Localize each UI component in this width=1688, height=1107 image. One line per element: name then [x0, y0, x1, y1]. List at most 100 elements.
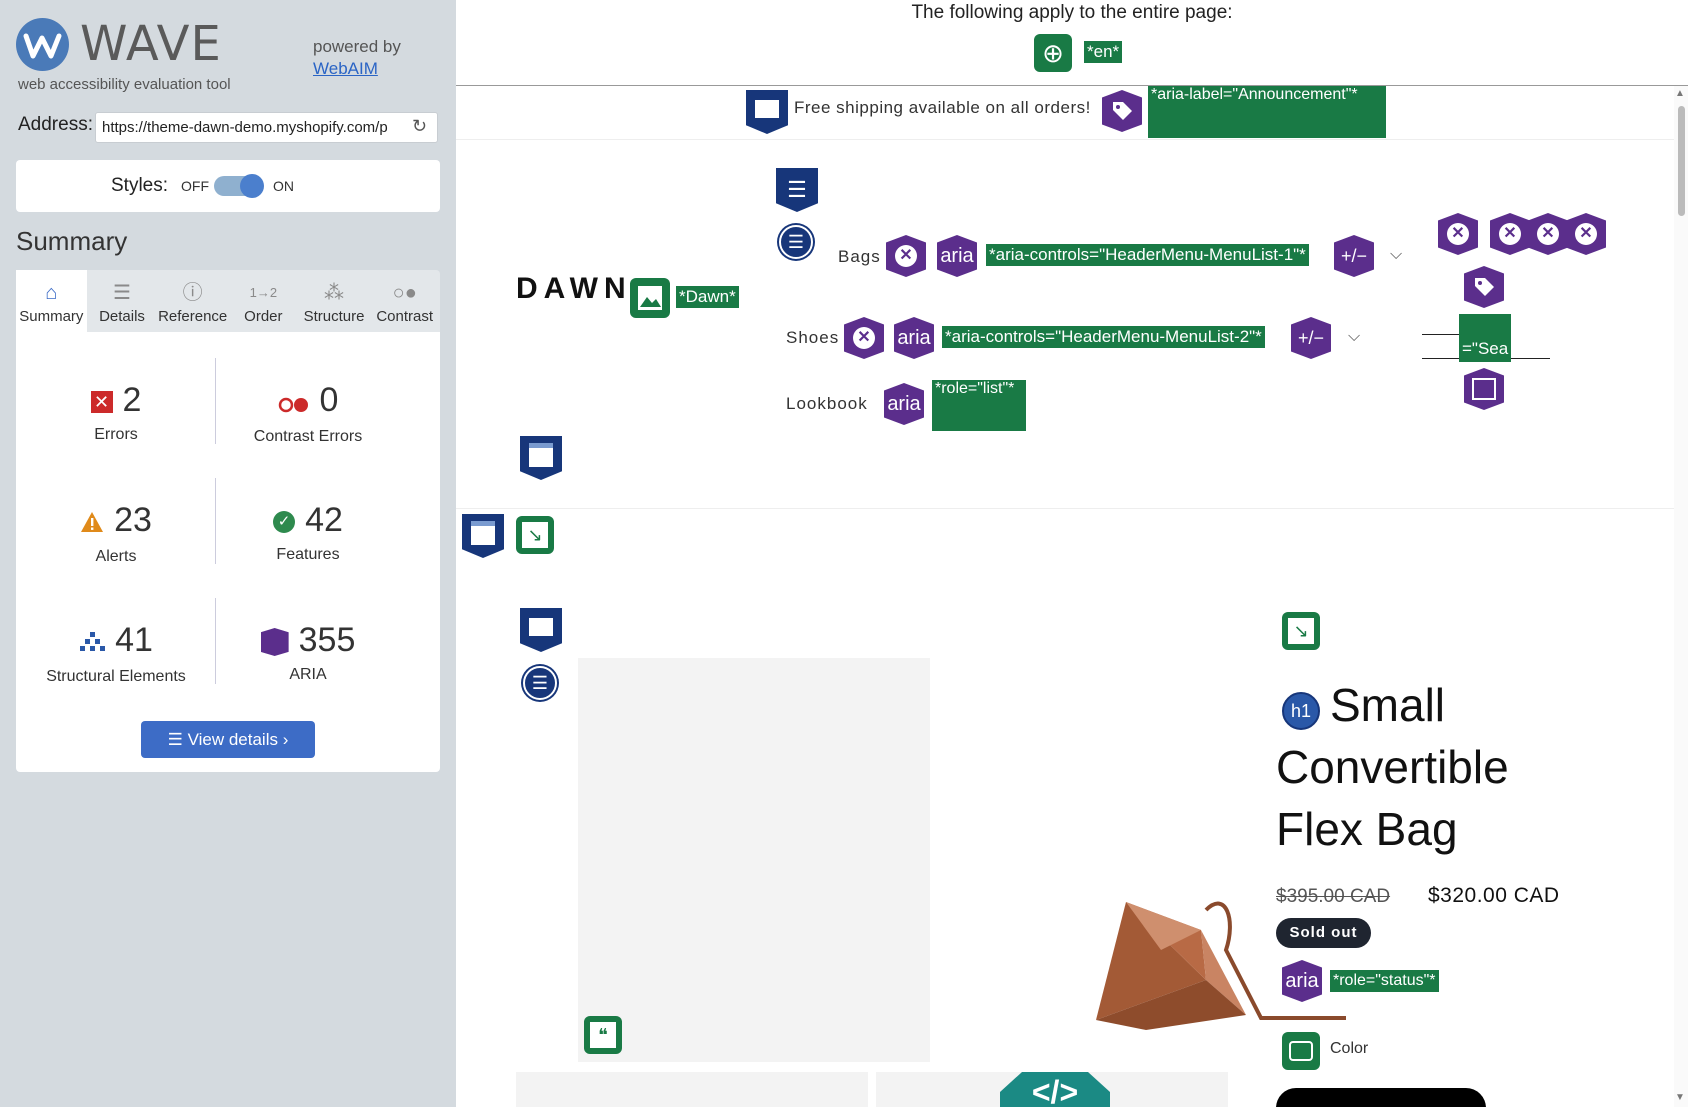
aria-icon[interactable]: aria: [894, 317, 934, 359]
feature-icon: ✓: [273, 511, 296, 534]
webaim-link[interactable]: WebAIM: [313, 59, 378, 78]
logo-alt-chip: *Dawn*: [676, 286, 739, 308]
contrast-icon: ○●: [392, 282, 417, 304]
aria-hidden-icon[interactable]: ✕: [1528, 213, 1568, 255]
errors-count: 2: [122, 381, 142, 419]
tag-icon[interactable]: [1464, 266, 1504, 308]
bags-aria-chip: *aria-controls="HeaderMenu-MenuList-1"*: [986, 244, 1309, 266]
styles-toggle-panel: Styles: OFF ON: [16, 160, 440, 212]
aria-expanded-toggle-icon[interactable]: +/−: [1291, 317, 1331, 359]
product-title-line-1: Small: [1330, 679, 1446, 731]
stat-features[interactable]: ✓ 42 Features: [208, 500, 408, 564]
stat-errors[interactable]: ✕ 2 Errors: [16, 380, 216, 444]
stat-contrast[interactable]: 0 Contrast Errors: [208, 380, 408, 446]
aria-icon[interactable]: aria: [937, 235, 977, 277]
fieldset-icon[interactable]: [1282, 1032, 1320, 1070]
address-input[interactable]: https://theme-dawn-demo.myshopify.com/p: [95, 112, 438, 143]
color-option-button[interactable]: [1276, 1088, 1486, 1107]
aria-expanded-toggle-icon[interactable]: +/−: [1334, 235, 1374, 277]
shoes-aria-chip: *aria-controls="HeaderMenu-MenuList-2"*: [942, 326, 1265, 348]
aria-icon[interactable]: aria: [1282, 960, 1322, 1002]
contrast-errors-count: 0: [319, 381, 339, 419]
features-count: 42: [305, 501, 343, 539]
chevron-down-icon[interactable]: ⌵: [1348, 328, 1360, 346]
nav-bags[interactable]: Bags: [838, 247, 881, 267]
page-level-bar: The following apply to the entire page: …: [456, 0, 1688, 86]
home-icon: ⌂: [45, 282, 58, 304]
aria-hidden-icon[interactable]: ✕: [1438, 213, 1478, 255]
aria-count: 355: [298, 621, 356, 659]
scroll-thumb[interactable]: [1678, 106, 1685, 216]
aria-icon[interactable]: aria: [884, 383, 924, 425]
tab-reference-label: Reference: [158, 308, 228, 325]
aria-icon: [260, 628, 289, 657]
lang-chip: *en*: [1084, 41, 1123, 63]
toggle-knob: [240, 174, 264, 198]
divider: [456, 139, 1674, 140]
aria-hidden-icon[interactable]: ✕: [1566, 213, 1606, 255]
tab-summary[interactable]: ⌂ Summary: [16, 270, 87, 332]
tab-contrast[interactable]: ○● Contrast: [369, 270, 440, 332]
stat-aria[interactable]: 355 ARIA: [208, 620, 408, 684]
bag-image-icon: [1086, 890, 1356, 1040]
tag-icon[interactable]: [1102, 90, 1142, 132]
product-image[interactable]: [578, 658, 930, 1062]
linked-image-icon[interactable]: [630, 278, 670, 318]
region-icon[interactable]: [746, 90, 788, 134]
region-icon[interactable]: [462, 514, 504, 558]
list-icon: ☰: [113, 282, 131, 304]
panel-tabs: ⌂ Summary ☰ Details ⓘ Reference 1→2 Orde…: [16, 270, 440, 332]
aria-hidden-icon[interactable]: ✕: [1490, 213, 1530, 255]
code-icon[interactable]: </>: [1000, 1072, 1110, 1107]
structure-icon: ⁂: [324, 282, 345, 304]
price-old: $395.00 CAD: [1276, 886, 1391, 907]
view-details-button[interactable]: ☰ View details ›: [141, 721, 315, 758]
wave-sidebar: WAVE web accessibility evaluation tool p…: [0, 0, 456, 1107]
alert-icon: [80, 502, 104, 542]
wave-logo-icon: [16, 18, 69, 71]
nav-shoes[interactable]: Shoes: [786, 328, 839, 348]
nav-lookbook[interactable]: Lookbook: [786, 394, 868, 414]
nav-list-icon[interactable]: ☰: [779, 225, 813, 259]
address-label: Address:: [18, 114, 93, 135]
tab-reference[interactable]: ⓘ Reference: [157, 270, 228, 332]
language-icon[interactable]: ⊕: [1034, 34, 1072, 72]
tab-structure[interactable]: ⁂ Structure: [299, 270, 370, 332]
h1-icon[interactable]: h1: [1282, 692, 1320, 730]
store-logo[interactable]: DAWN: [516, 272, 632, 306]
skip-link-icon[interactable]: ↘: [516, 516, 554, 554]
errors-label: Errors: [94, 426, 138, 443]
tab-details-label: Details: [99, 308, 145, 325]
region-icon[interactable]: [520, 436, 562, 480]
page-scrollbar[interactable]: ▲ ▼: [1674, 86, 1688, 1107]
product-title-line-2: Convertible: [1276, 741, 1509, 793]
region-icon[interactable]: [520, 608, 562, 652]
reload-icon[interactable]: ↻: [412, 116, 427, 137]
search-dialog-icon[interactable]: [1464, 368, 1504, 410]
list-icon[interactable]: ☰: [523, 666, 557, 700]
stat-alerts[interactable]: 23 Alerts: [16, 500, 216, 566]
styles-toggle[interactable]: [214, 174, 264, 198]
list-icon: ☰: [167, 730, 188, 749]
skip-link-icon[interactable]: ↘: [1282, 612, 1320, 650]
announcement-chip: *aria-label="Announcement"*: [1148, 86, 1386, 138]
search-chip: ="Sea: [1459, 314, 1511, 362]
tab-details[interactable]: ☰ Details: [87, 270, 158, 332]
aria-expanded-icon[interactable]: ✕: [886, 235, 926, 277]
image-icon[interactable]: ❝: [584, 1016, 622, 1054]
aria-expanded-icon[interactable]: ✕: [844, 317, 884, 359]
powered-by: powered by WebAIM: [313, 36, 401, 80]
tab-contrast-label: Contrast: [376, 308, 434, 325]
scroll-up-icon[interactable]: ▲: [1675, 88, 1685, 99]
page-level-notice: The following apply to the entire page:: [911, 2, 1233, 23]
chevron-down-icon[interactable]: ⌵: [1390, 246, 1402, 264]
contrast-error-icon: [278, 382, 310, 422]
styles-off-label: OFF: [181, 178, 209, 194]
thumbnail-image[interactable]: [516, 1072, 868, 1107]
aria-label: ARIA: [289, 666, 327, 683]
wave-tagline: web accessibility evaluation tool: [18, 76, 231, 93]
scroll-down-icon[interactable]: ▼: [1675, 1092, 1685, 1103]
stat-structural[interactable]: 41 Structural Elements: [16, 620, 216, 686]
tab-order[interactable]: 1→2 Order: [228, 270, 299, 332]
header-region-icon[interactable]: ☰: [776, 168, 818, 212]
